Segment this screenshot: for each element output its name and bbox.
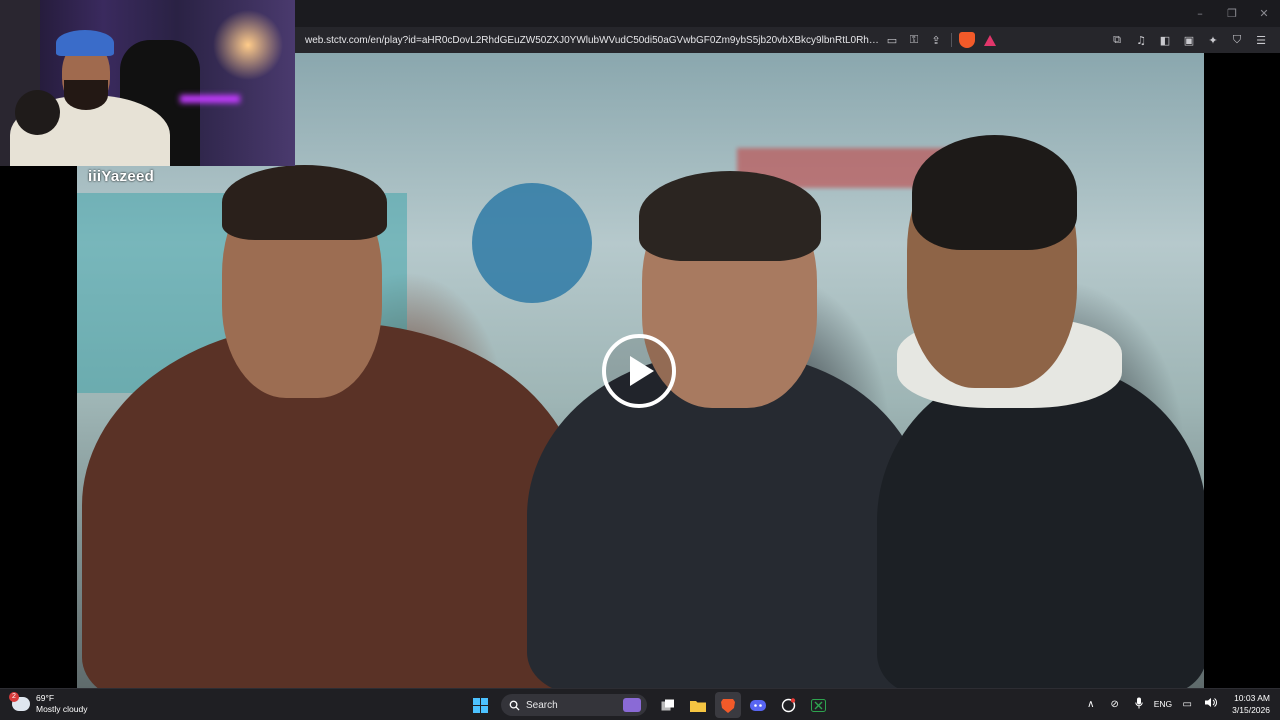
microphone-icon[interactable] — [1130, 697, 1148, 712]
menu-icon[interactable]: ☰ — [1250, 31, 1272, 49]
screenshot-icon[interactable]: ⧉ — [1106, 31, 1128, 49]
media-icon[interactable]: ♫ — [1130, 31, 1152, 49]
language-indicator[interactable]: ENG — [1154, 699, 1172, 709]
actor-right-body — [877, 363, 1204, 688]
streamer-beard — [64, 80, 108, 110]
file-explorer-icon[interactable] — [685, 692, 711, 718]
chatgpt-icon[interactable] — [775, 692, 801, 718]
play-icon — [630, 356, 654, 386]
clock-date: 3/15/2026 — [1232, 705, 1270, 715]
restore-button[interactable]: ❐ — [1216, 0, 1248, 27]
taskbar: 69°F Mostly cloudy Search — [0, 688, 1280, 720]
window-controls: – ❐ ✕ — [1184, 0, 1280, 27]
search-label: Search — [526, 699, 558, 711]
clock[interactable]: 10:03 AM 3/15/2026 — [1232, 692, 1270, 716]
play-button[interactable] — [602, 334, 676, 408]
windows-logo-icon — [472, 697, 488, 713]
start-button[interactable] — [467, 692, 493, 718]
search-highlight-icon — [623, 698, 641, 712]
taskbar-search[interactable]: Search — [501, 694, 647, 716]
actor-right-hair — [912, 135, 1077, 250]
task-view-icon[interactable] — [655, 692, 681, 718]
leo-ai-icon[interactable]: ✦ — [1202, 31, 1224, 49]
tray-chevron-icon[interactable]: ∧ — [1082, 699, 1100, 710]
sidebar-icon[interactable]: ◧ — [1154, 31, 1176, 49]
brave-browser-icon[interactable] — [715, 692, 741, 718]
brave-rewards-icon[interactable] — [984, 34, 996, 46]
clock-time: 10:03 AM — [1234, 693, 1270, 703]
cloud-icon — [9, 692, 30, 711]
display-icon[interactable]: ▭ — [1178, 699, 1196, 710]
webcam-overlay — [0, 0, 295, 166]
system-tray: ∧ ⊘ ENG ▭ 10:03 AM 3/15/2026 — [1082, 692, 1270, 716]
vpn-icon[interactable]: ⛉ — [1226, 31, 1248, 49]
weather-temp: 69°F — [36, 693, 55, 703]
divider — [951, 33, 952, 47]
weather-condition: Mostly cloudy — [36, 704, 88, 714]
desktop-screen: – ❐ ✕ web.stctv.com/en/play?id=aHR0cDovL… — [0, 0, 1280, 720]
volume-icon[interactable] — [1202, 697, 1220, 711]
actor-left-hair — [222, 165, 387, 240]
weather-text: 69°F Mostly cloudy — [36, 693, 88, 715]
streamer-watermark: iiiYazeed — [88, 168, 155, 185]
background-road-sign — [472, 183, 592, 303]
browser-toolbar: ⧉ ♫ ◧ ▣ ✦ ⛉ ☰ — [1106, 31, 1272, 49]
weather-widget[interactable]: 69°F Mostly cloudy — [9, 692, 88, 715]
webcam-neon-light — [180, 95, 240, 103]
close-button[interactable]: ✕ — [1248, 0, 1280, 27]
minimize-button[interactable]: – — [1184, 0, 1216, 27]
key-icon[interactable]: ⚿ — [903, 31, 925, 49]
brave-shields-icon[interactable] — [959, 32, 975, 48]
microphone — [15, 90, 60, 135]
excel-icon[interactable] — [805, 692, 831, 718]
browser-titlebar: – ❐ ✕ — [295, 0, 1280, 27]
cast-icon[interactable]: ▭ — [881, 31, 903, 49]
share-icon[interactable]: ⇪ — [925, 31, 947, 49]
search-icon — [509, 700, 520, 711]
discord-icon[interactable] — [745, 692, 771, 718]
url-field[interactable]: web.stctv.com/en/play?id=aHR0cDovL2RhdGE… — [305, 35, 881, 46]
network-icon[interactable]: ⊘ — [1106, 699, 1124, 710]
actor-center-hair — [639, 171, 821, 261]
taskbar-apps: Search — [467, 692, 831, 718]
streamer-cap — [56, 30, 114, 56]
wallet-icon[interactable]: ▣ — [1178, 31, 1200, 49]
address-bar: web.stctv.com/en/play?id=aHR0cDovL2RhdGE… — [295, 27, 1280, 53]
